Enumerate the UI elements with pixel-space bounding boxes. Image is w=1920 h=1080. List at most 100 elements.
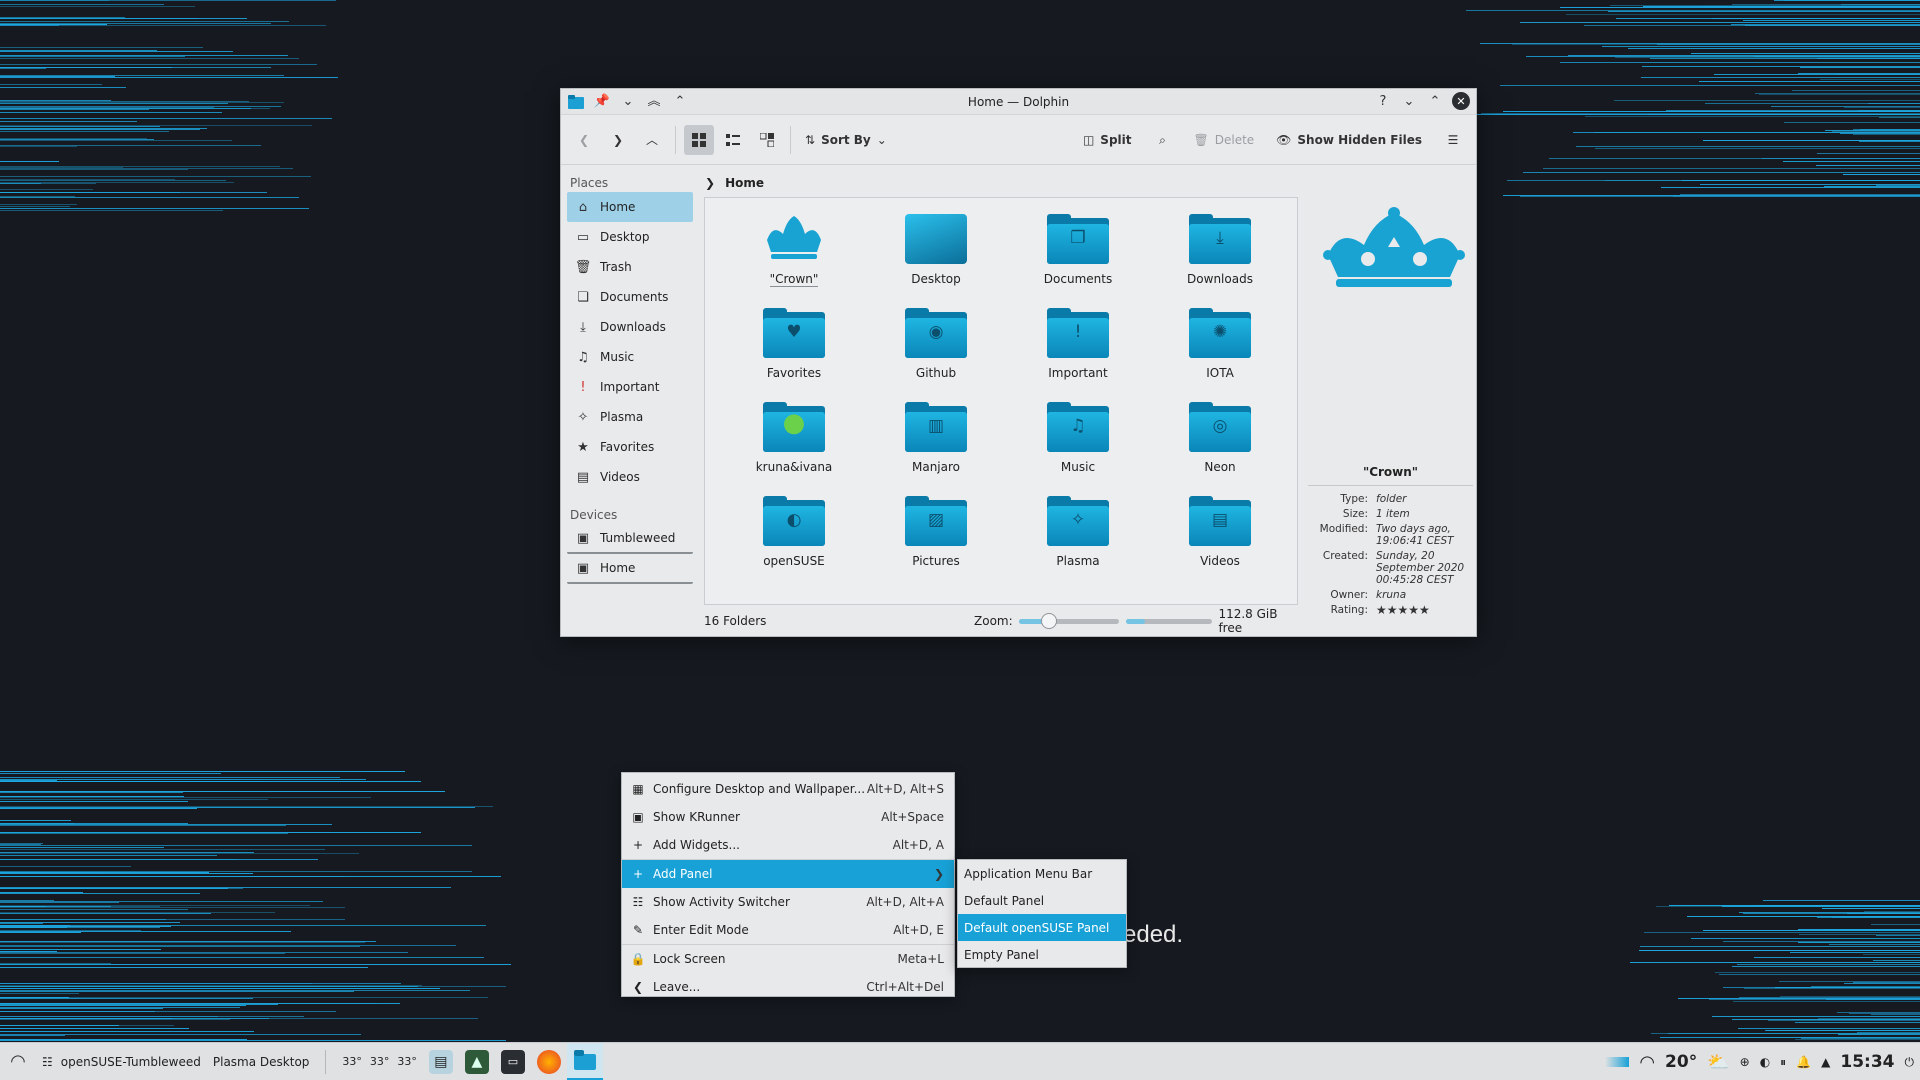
activity-switcher[interactable]: ☷ openSUSE-Tumbleweed: [36, 1043, 207, 1080]
keep-above-icon[interactable]: ⌃: [671, 93, 689, 111]
sort-by-button[interactable]: ⇅ Sort By ⌄: [799, 125, 893, 155]
wallpaper-streak: [0, 919, 166, 920]
opensuse-icon[interactable]: ◠: [1639, 1052, 1655, 1073]
sidebar-item-important[interactable]: ! Important: [567, 372, 693, 402]
folder-item[interactable]: ◎ Neon: [1149, 398, 1291, 492]
sidebar-item-desktop[interactable]: ▭ Desktop: [567, 222, 693, 252]
dolphin-app-icon[interactable]: [567, 93, 585, 111]
menu-item-add-widgets[interactable]: + Add Widgets... Alt+D, A: [622, 831, 954, 859]
folder-item[interactable]: Desktop: [865, 210, 1007, 304]
wallpaper-streak: [0, 1040, 506, 1041]
show-hidden-files-button[interactable]: 👁 Show Hidden Files: [1270, 125, 1428, 155]
submenu-item-default-opensuse-panel[interactable]: Default openSUSE Panel: [958, 914, 1126, 941]
menu-item-enter-edit-mode[interactable]: ✎ Enter Edit Mode Alt+D, E: [622, 916, 954, 944]
rating-stars[interactable]: ★★★★★: [1376, 604, 1471, 616]
sidebar-item-documents[interactable]: ❏ Documents: [567, 282, 693, 312]
temperature-monitor[interactable]: 33° 33° 33°: [336, 1043, 423, 1080]
leave-icon: ❮: [630, 979, 646, 995]
sidebar-item-tumbleweed[interactable]: ▣ Tumbleweed: [567, 524, 693, 554]
volume-icon[interactable]: ◐: [1760, 1055, 1770, 1069]
submenu-item-application-menu-bar[interactable]: Application Menu Bar: [958, 860, 1126, 887]
folder-label: Manjaro: [912, 460, 960, 474]
sidebar-item-plasma[interactable]: ✧ Plasma: [567, 402, 693, 432]
folder-item[interactable]: ! Important: [1007, 304, 1149, 398]
file-view[interactable]: "Crown" Desktop ❐ Documents ⤓ Downloads ♥ Favor…: [704, 197, 1298, 605]
menu-item-add-panel[interactable]: + Add Panel ❯: [622, 860, 954, 888]
breadcrumb[interactable]: ❯ Home: [705, 172, 764, 194]
folder-item[interactable]: ▨ Pictures: [865, 492, 1007, 586]
places-sidebar: Places ⌂ Home ▭ Desktop 🗑 Trash ❏ Documents ⤓ Dow…: [561, 166, 699, 636]
sidebar-item-downloads[interactable]: ⤓ Downloads: [567, 312, 693, 342]
zoom-slider-handle[interactable]: [1041, 613, 1057, 629]
folder-item[interactable]: "Crown": [723, 210, 865, 304]
folder-item[interactable]: ◐ openSUSE: [723, 492, 865, 586]
folder-item[interactable]: ▥ Manjaro: [865, 398, 1007, 492]
titlebar[interactable]: 📌 ⌄ ︽ ⌃ Home — Dolphin ? ⌄ ⌃ ✕: [561, 89, 1476, 115]
wallpaper-streak: [1585, 116, 1920, 117]
chevron-double-up-icon[interactable]: ︽: [645, 93, 663, 111]
task-terminal[interactable]: ▭: [495, 1043, 531, 1080]
minimize-icon[interactable]: ⌄: [1400, 92, 1418, 110]
sidebar-item-favorites[interactable]: ★ Favorites: [567, 432, 693, 462]
folder-item[interactable]: ◉ Github: [865, 304, 1007, 398]
task-image-viewer[interactable]: ▲: [459, 1043, 495, 1080]
menu-item-show-krunner[interactable]: ▣ Show KRunner Alt+Space: [622, 803, 954, 831]
folder-item[interactable]: ▤ Videos: [1149, 492, 1291, 586]
back-button[interactable]: ❮: [569, 125, 599, 155]
folder-item[interactable]: ♫ Music: [1007, 398, 1149, 492]
info-row: Type: folder: [1308, 493, 1473, 505]
power-icon[interactable]: ⏻: [1905, 1055, 1915, 1070]
updates-icon[interactable]: ⊕: [1740, 1055, 1750, 1069]
task-dolphin[interactable]: [567, 1043, 603, 1080]
weather-temp[interactable]: 20°: [1665, 1052, 1697, 1072]
application-launcher[interactable]: ◠: [0, 1043, 36, 1080]
network-graph-icon[interactable]: [1605, 1057, 1629, 1067]
folder-item[interactable]: ● kruna&ivana: [723, 398, 865, 492]
pin-icon[interactable]: 📌: [593, 93, 611, 111]
desktop-name[interactable]: Plasma Desktop: [207, 1043, 316, 1080]
wallpaper-streak: [0, 993, 79, 994]
sidebar-item-trash[interactable]: 🗑 Trash: [567, 252, 693, 282]
hamburger-menu-button[interactable]: ☰: [1438, 125, 1468, 155]
details-view-button[interactable]: [752, 125, 782, 155]
wallpaper-streak: [0, 18, 247, 19]
wallpaper-streak: [0, 1028, 189, 1029]
task-firefox[interactable]: [531, 1043, 567, 1080]
delete-button[interactable]: 🗑 Delete: [1188, 125, 1261, 155]
forward-button[interactable]: ❯: [603, 125, 633, 155]
up-button[interactable]: ︿: [637, 125, 667, 155]
breadcrumb-home[interactable]: Home: [725, 176, 764, 190]
zoom-slider[interactable]: [1019, 619, 1119, 624]
help-icon[interactable]: ?: [1374, 92, 1392, 110]
chevron-right-icon: ❯: [934, 867, 944, 881]
compact-view-button[interactable]: [718, 125, 748, 155]
sidebar-item-videos[interactable]: ▤ Videos: [567, 462, 693, 492]
folder-item[interactable]: ✺ IOTA: [1149, 304, 1291, 398]
menu-item-lock-screen[interactable]: 🔒 Lock Screen Meta+L: [622, 945, 954, 973]
close-icon[interactable]: ✕: [1452, 92, 1470, 110]
folder-item[interactable]: ♥ Favorites: [723, 304, 865, 398]
task-file-manager-1[interactable]: ▤: [423, 1043, 459, 1080]
folder-item[interactable]: ✧ Plasma: [1007, 492, 1149, 586]
sidebar-item-music[interactable]: ♫ Music: [567, 342, 693, 372]
chevron-double-down-icon[interactable]: ⌄: [619, 93, 637, 111]
submenu-item-default-panel[interactable]: Default Panel: [958, 887, 1126, 914]
search-button[interactable]: ⌕: [1148, 125, 1178, 155]
sidebar-item-home[interactable]: ⌂ Home: [567, 192, 693, 222]
menu-item-show-activity-switcher[interactable]: ☷ Show Activity Switcher Alt+D, Alt+A: [622, 888, 954, 916]
sidebar-item-home[interactable]: ▣ Home: [567, 554, 693, 584]
folder-item[interactable]: ⤓ Downloads: [1149, 210, 1291, 304]
clock[interactable]: 15:34: [1840, 1052, 1894, 1072]
chevron-down-icon: ⌄: [877, 133, 887, 147]
menu-item-leave[interactable]: ❮ Leave... Ctrl+Alt+Del: [622, 973, 954, 1001]
notifications-icon[interactable]: 🔔: [1796, 1055, 1811, 1069]
submenu-item-empty-panel[interactable]: Empty Panel: [958, 941, 1126, 968]
weather-icon[interactable]: ⛅: [1707, 1052, 1729, 1073]
menu-item-configure-desktop-and-wallpaper[interactable]: ▦ Configure Desktop and Wallpaper... Alt+D…: [622, 775, 954, 803]
split-button[interactable]: ◫ Split: [1077, 125, 1138, 155]
folder-item[interactable]: ❐ Documents: [1007, 210, 1149, 304]
icons-view-button[interactable]: [684, 125, 714, 155]
tray-expand-icon[interactable]: ▲: [1821, 1055, 1830, 1069]
maximize-icon[interactable]: ⌃: [1426, 92, 1444, 110]
media-pause-icon[interactable]: ⏸: [1780, 1055, 1786, 1070]
